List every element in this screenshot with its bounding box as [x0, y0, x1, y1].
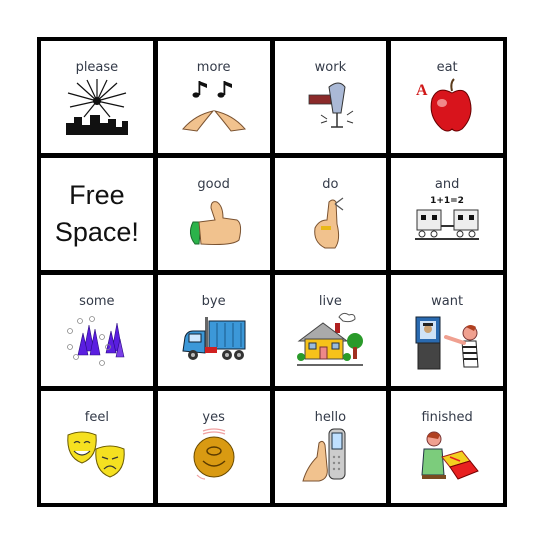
truck-icon: [182, 316, 246, 360]
bingo-cell-do[interactable]: do: [274, 157, 387, 270]
free-space-line1: Free: [69, 179, 125, 210]
cones-icon: [66, 315, 125, 366]
cell-label: feel: [84, 410, 109, 426]
and-sublabel: 1+1=2: [430, 196, 464, 206]
train-icon: 1+1=2: [415, 196, 480, 240]
bingo-cell-free-space[interactable]: Free Space!: [41, 157, 153, 270]
cell-label: want: [431, 293, 464, 309]
free-space-text: Free Space!: [55, 177, 139, 251]
nodding-head-icon: [193, 428, 235, 480]
thumbs-up-icon: [189, 200, 241, 245]
bingo-cell-more[interactable]: more: [157, 41, 270, 153]
bingo-board: please more work eat A Free Space! good …: [37, 37, 507, 507]
free-space-line2: Space!: [54, 216, 139, 247]
finger-string-icon: [314, 197, 344, 249]
bingo-cell-eat[interactable]: eat A: [391, 41, 503, 153]
masks-icon: [67, 431, 125, 478]
bingo-cell-live[interactable]: live: [274, 274, 387, 387]
cell-label: yes: [202, 410, 225, 426]
cell-label: some: [79, 293, 115, 309]
cell-label: more: [196, 60, 231, 75]
bingo-cell-please[interactable]: please: [41, 41, 153, 153]
bingo-cell-work[interactable]: work: [274, 41, 387, 153]
cell-label: eat: [436, 60, 458, 75]
hammer-icon: [308, 82, 354, 128]
cell-label: work: [314, 60, 347, 75]
cell-label: bye: [201, 293, 226, 309]
cell-label: finished: [421, 410, 473, 426]
cell-label: please: [75, 60, 119, 75]
box-closing-icon: [421, 431, 479, 480]
person-pointing-icon: [415, 316, 479, 369]
bingo-cell-yes[interactable]: yes: [157, 391, 270, 503]
cell-label: and: [434, 176, 460, 192]
bingo-cell-want[interactable]: want: [391, 274, 503, 387]
apple-icon: A: [416, 78, 472, 132]
house-icon: [297, 312, 364, 366]
bingo-cell-feel[interactable]: feel: [41, 391, 153, 503]
bingo-cell-and[interactable]: and 1+1=2: [391, 157, 503, 270]
bingo-cell-some[interactable]: some: [41, 274, 153, 387]
cell-label: live: [318, 293, 342, 309]
fireworks-icon: [65, 79, 128, 135]
bingo-cell-bye[interactable]: bye: [157, 274, 270, 387]
cell-label: do: [322, 176, 339, 192]
bingo-cell-good[interactable]: good: [157, 157, 270, 270]
phone-icon: [302, 428, 346, 482]
bingo-cell-hello[interactable]: hello: [274, 391, 387, 503]
cell-label: good: [197, 176, 230, 192]
bingo-cell-finished[interactable]: finished: [391, 391, 503, 503]
cell-label: hello: [314, 410, 347, 426]
hands-music-icon: [181, 81, 246, 132]
svg-text:A: A: [416, 82, 428, 99]
